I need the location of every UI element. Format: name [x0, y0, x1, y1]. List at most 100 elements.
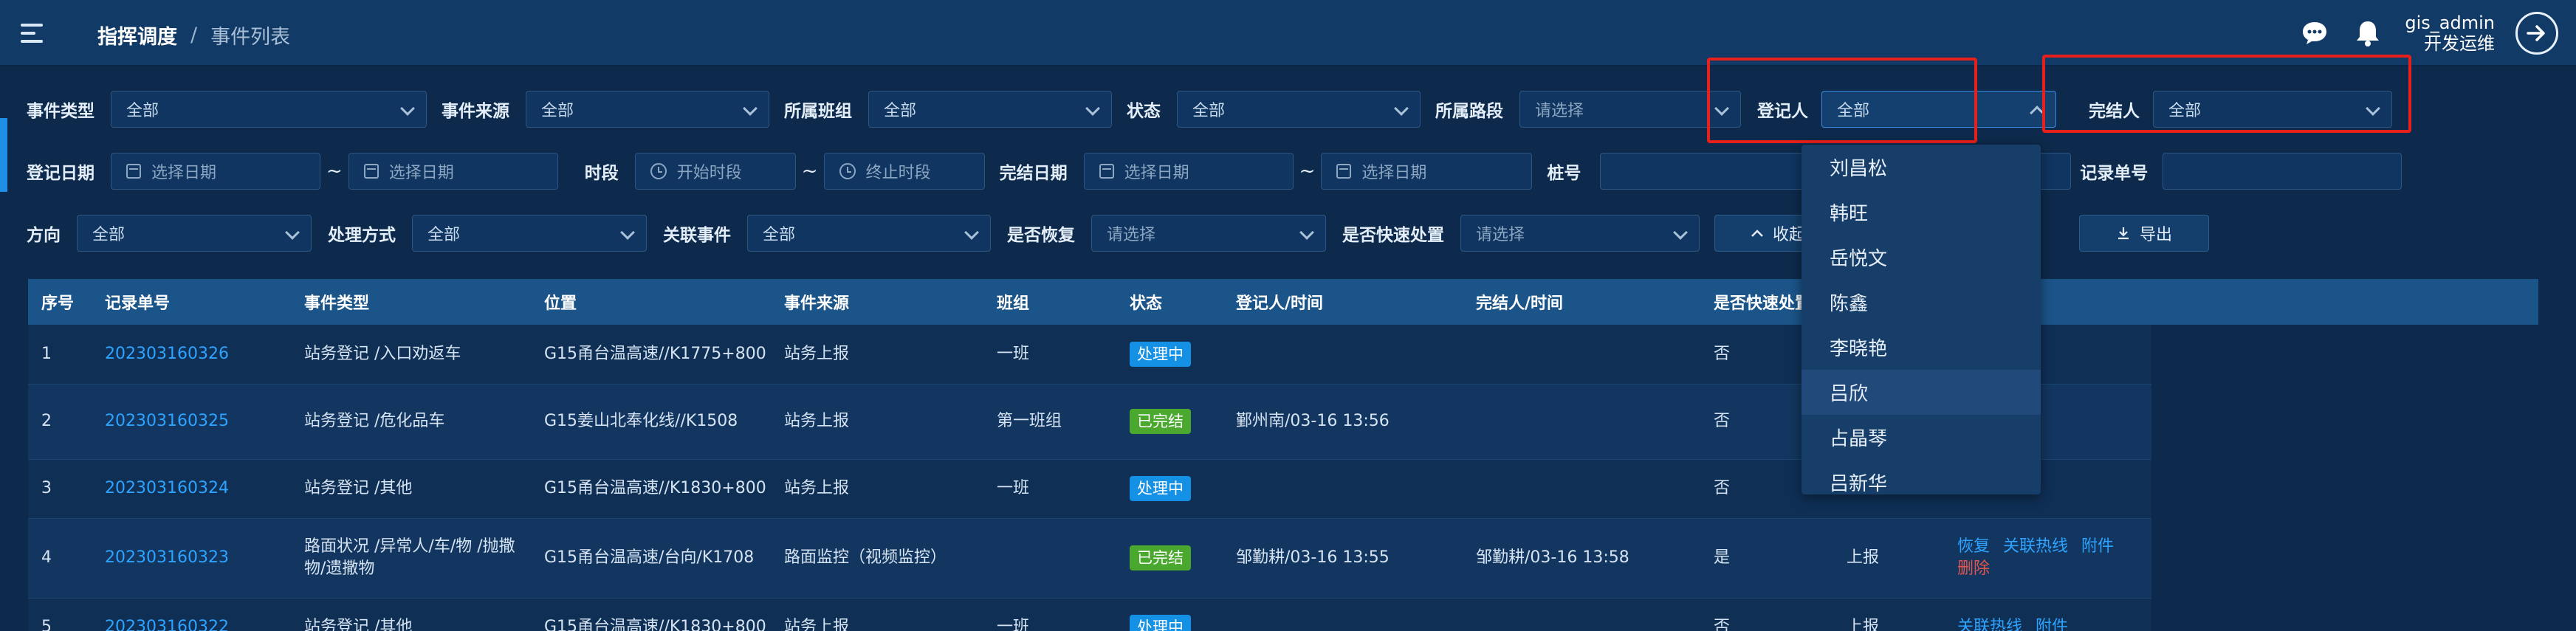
delete-link[interactable]: 删除	[1957, 559, 1990, 578]
range-separator: ~	[1299, 160, 1316, 182]
restored-select[interactable]: 请选择	[1091, 215, 1326, 252]
team-label: 所属班组	[784, 102, 852, 121]
quick-handle: 否	[1714, 618, 1731, 631]
breadcrumb-current: 事件列表	[210, 26, 291, 49]
event-type-cell: 路面状况 /异常人/车/物 /抛撒物/遗撒物	[291, 518, 531, 599]
reg-date-start-input[interactable]: 选择日期	[111, 153, 320, 190]
record-number-link[interactable]: 202303160325	[105, 412, 229, 430]
restored-placeholder: 请选择	[1107, 226, 1156, 244]
col-header-source: 事件来源	[771, 279, 983, 325]
location-cell: G15甬台温高速//K1830+800	[531, 598, 771, 631]
quick-handle: 是	[1714, 548, 1731, 567]
dropdown-option[interactable]: 韩旺	[1802, 190, 2041, 235]
dropdown-option[interactable]: 岳悦文	[1802, 235, 2041, 280]
quick-handle: 否	[1714, 344, 1731, 363]
message-icon[interactable]	[2298, 17, 2331, 49]
direction-label: 方向	[27, 226, 61, 245]
record-number-link[interactable]: 202303160324	[105, 479, 229, 497]
status-badge: 处理中	[1130, 615, 1191, 631]
period-start-input[interactable]: 开始时段	[634, 153, 796, 190]
event-source: 路面监控（视频监控）	[784, 548, 947, 567]
export-button[interactable]: 导出	[2079, 215, 2209, 252]
clock-icon	[839, 163, 856, 179]
logout-icon[interactable]	[2515, 12, 2558, 55]
location: G15甬台温高速/台向/K1708	[544, 548, 755, 567]
col-header-team: 班组	[983, 279, 1116, 325]
chevron-down-icon	[1394, 101, 1409, 116]
chevron-down-icon	[743, 101, 758, 116]
event-source-select[interactable]: 全部	[526, 91, 769, 128]
status-select[interactable]: 全部	[1177, 91, 1421, 128]
done-date-end-input[interactable]: 选择日期	[1321, 153, 1533, 190]
calendar-icon	[1336, 164, 1352, 179]
event-source: 站务上报	[784, 479, 850, 497]
dropdown-option[interactable]: 陈鑫	[1802, 280, 2041, 325]
team-select[interactable]: 全部	[868, 91, 1112, 128]
action-link[interactable]: 恢复	[1957, 537, 1990, 556]
registrant-time-cell: 邹勤耕/03-16 13:55	[1223, 518, 1463, 599]
handle-method-select[interactable]: 全部	[412, 215, 647, 252]
stake-start-input[interactable]	[1600, 153, 1822, 190]
event-source-cell: 站务上报	[771, 598, 983, 631]
event-type-select[interactable]: 全部	[111, 91, 427, 128]
dropdown-option-hovered[interactable]: 吕欣	[1802, 370, 2041, 415]
row-index: 2	[41, 412, 52, 430]
team-cell: 第一班组	[983, 384, 1116, 460]
actions-cell: 恢复 关联热线 附件删除	[1944, 518, 2151, 599]
report-text-cell: 上报	[1833, 598, 1944, 631]
action-link[interactable]: 附件	[2036, 618, 2068, 631]
quick-select[interactable]: 请选择	[1460, 215, 1700, 252]
record-number-link[interactable]: 202303160326	[105, 345, 229, 363]
direction-select[interactable]: 全部	[77, 215, 312, 252]
dropdown-option[interactable]: 占晶琴	[1802, 415, 2041, 460]
actions-cell: 关联热线 附件	[1944, 598, 2151, 631]
record-number-link[interactable]: 202303160322	[105, 618, 229, 631]
reg-date-start-placeholder: 选择日期	[151, 164, 217, 182]
location: G15姜山北奉化线//K1508	[544, 412, 738, 430]
done-date-end-placeholder: 选择日期	[1361, 164, 1427, 182]
chevron-down-icon	[1085, 101, 1100, 116]
row-index-cell: 2	[28, 384, 92, 460]
stake-label: 桩号	[1547, 164, 1581, 183]
status-badge-cell: 已完结	[1116, 518, 1223, 599]
bell-icon[interactable]	[2352, 17, 2384, 49]
dropdown-option[interactable]: 李晓艳	[1802, 325, 2041, 370]
location-cell: G15甬台温高速//K1830+800	[531, 459, 771, 519]
period-end-input[interactable]: 终止时段	[823, 153, 985, 190]
download-icon	[2118, 227, 2129, 240]
record-number-link[interactable]: 202303160323	[105, 548, 229, 567]
related-event-select[interactable]: 全部	[747, 215, 991, 252]
event-type: 站务登记 /危化品车	[304, 412, 445, 430]
dropdown-option[interactable]: 刘昌松	[1802, 145, 2041, 190]
row-index-cell: 3	[28, 459, 92, 519]
status-badge: 已完结	[1130, 409, 1191, 434]
handle-method-label: 处理方式	[328, 226, 396, 245]
event-type-cell: 站务登记 /危化品车	[291, 384, 531, 460]
collapse-label: 收起	[1772, 226, 1805, 244]
record-no-input[interactable]	[2163, 153, 2402, 190]
clock-icon	[650, 163, 667, 179]
registrant-dropdown: 刘昌松 韩旺 岳悦文 陈鑫 李晓艳 吕欣 占晶琴 吕新华	[1802, 145, 2041, 494]
breadcrumb-main[interactable]: 指挥调度	[97, 21, 177, 49]
quick-handle-cell: 是	[1700, 518, 1833, 599]
reg-date-end-input[interactable]: 选择日期	[348, 153, 558, 190]
direction-value: 全部	[92, 226, 126, 244]
menu-toggle-icon[interactable]	[21, 24, 46, 44]
status-badge: 处理中	[1130, 341, 1191, 367]
team: 一班	[997, 479, 1030, 497]
action-link[interactable]: 关联热线	[1957, 618, 2022, 631]
quick-handle: 否	[1714, 412, 1731, 430]
action-link[interactable]: 附件	[2081, 537, 2114, 556]
registrant-time-cell: 鄞州南/03-16 13:56	[1223, 384, 1463, 460]
record-number-link-cell: 202303160324	[92, 459, 291, 519]
dropdown-option[interactable]: 吕新华	[1802, 460, 2041, 494]
team-cell: 一班	[983, 325, 1116, 385]
action-link[interactable]: 关联热线	[2003, 537, 2068, 556]
team-value: 全部	[884, 102, 917, 120]
chevron-down-icon	[620, 225, 635, 240]
calendar-icon	[363, 164, 379, 179]
record-number-link-cell: 202303160326	[92, 325, 291, 385]
done-date-start-input[interactable]: 选择日期	[1083, 153, 1294, 190]
period-end-placeholder: 终止时段	[865, 164, 931, 182]
event-type: 站务登记 /其他	[304, 479, 413, 497]
